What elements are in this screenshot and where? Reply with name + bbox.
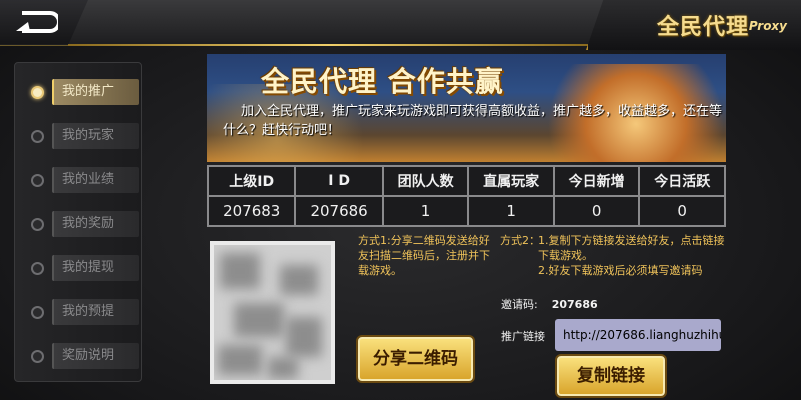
- radio-dot-icon: [31, 305, 44, 319]
- table-row: 207683 207686 1 1 0 0: [206, 195, 726, 227]
- qr-code-image: [210, 241, 335, 384]
- title-tab: 全民代理 Proxy: [586, 0, 801, 50]
- method2-line: 1.复制下方链接发送给好友，点击链接下载游戏。: [538, 234, 725, 262]
- method2-body: 1.复制下方链接发送给好友，点击链接下载游戏。 2.好友下载游戏后必须填写邀请码: [538, 233, 728, 278]
- share-qr-button[interactable]: 分享二维码: [358, 337, 473, 381]
- sidebar-item-withdraw[interactable]: 我的提现: [31, 255, 139, 281]
- parent-id-value: 207683: [206, 195, 297, 227]
- radio-dot-icon: [31, 129, 44, 143]
- back-button[interactable]: [0, 0, 88, 44]
- sidebar-item-label: 奖励说明: [52, 343, 139, 369]
- radio-dot-icon: [31, 217, 44, 231]
- sidebar-item-performance[interactable]: 我的业绩: [31, 167, 139, 193]
- sidebar-item-label: 我的玩家: [52, 123, 139, 149]
- sidebar-item-label: 我的预提: [52, 299, 139, 325]
- top-bar: 全民代理 Proxy: [0, 0, 801, 50]
- copy-link-button[interactable]: 复制链接: [557, 356, 665, 396]
- promo-link-label: 推广链接: [501, 330, 545, 343]
- sidebar-item-prewithdraw[interactable]: 我的预提: [31, 299, 139, 325]
- direct-players-value: 1: [467, 195, 555, 227]
- header-direct-players: 直属玩家: [467, 165, 555, 197]
- page-subtitle: Proxy: [748, 19, 787, 33]
- id-value: 207686: [294, 195, 384, 227]
- invite-code-value: 207686: [551, 298, 598, 311]
- header-today-new: 今日新增: [552, 165, 641, 197]
- stats-table: 上级ID I D 团队人数 直属玩家 今日新增 今日活跃 207683 2076…: [206, 165, 726, 227]
- top-gold-line: [68, 44, 588, 46]
- radio-dot-icon: [31, 261, 44, 275]
- radio-dot-icon: [31, 173, 44, 187]
- sidebar: 我的推广 我的玩家 我的业绩 我的奖励 我的提现 我的预提 奖励说明: [14, 62, 142, 382]
- table-header-row: 上级ID I D 团队人数 直属玩家 今日新增 今日活跃: [206, 165, 726, 197]
- method2-label: 方式2：: [500, 234, 540, 247]
- header-parent-id: 上级ID: [206, 165, 297, 197]
- banner-title: 全民代理 合作共赢: [261, 65, 504, 98]
- promo-banner: 全民代理 合作共赢 加入全民代理，推广玩家来玩游戏即可获得高额收益，推广越多，收…: [207, 54, 726, 162]
- sidebar-item-players[interactable]: 我的玩家: [31, 123, 139, 149]
- sidebar-item-rewards[interactable]: 我的奖励: [31, 211, 139, 237]
- share-method1-text: 方式1:分享二维码发送给好友扫描二维码后，注册并下载游戏。: [358, 234, 490, 277]
- sidebar-item-label: 我的业绩: [52, 167, 139, 193]
- team-size-value: 1: [381, 195, 470, 227]
- header-today-active: 今日活跃: [638, 165, 726, 197]
- radio-dot-icon: [31, 85, 44, 99]
- sidebar-item-reward-info[interactable]: 奖励说明: [31, 343, 139, 369]
- invite-code-row: 邀请码: 207686: [501, 296, 598, 312]
- proxy-screen: 全民代理 Proxy 我的推广 我的玩家 我的业绩 我的奖励 我的提现 我的预提: [0, 0, 801, 400]
- sidebar-item-label: 我的奖励: [52, 211, 139, 237]
- promo-link-field[interactable]: http://207686.lianghuzhihu: [555, 319, 721, 351]
- today-active-value: 0: [638, 195, 726, 227]
- method2-line: 2.好友下载游戏后必须填写邀请码: [538, 264, 703, 277]
- invite-code-label: 邀请码:: [501, 298, 538, 311]
- page-title: 全民代理: [656, 15, 749, 40]
- sidebar-item-promotion[interactable]: 我的推广: [31, 79, 139, 105]
- back-arrow-icon: [16, 11, 58, 33]
- radio-dot-icon: [31, 349, 44, 363]
- header-team-size: 团队人数: [381, 165, 470, 197]
- banner-text: 加入全民代理，推广玩家来玩游戏即可获得高额收益，推广越多，收益越多，还在等什么？…: [223, 104, 723, 138]
- header-id: I D: [294, 165, 384, 197]
- sidebar-item-label: 我的提现: [52, 255, 139, 281]
- sidebar-item-label: 我的推广: [52, 79, 139, 105]
- today-new-value: 0: [552, 195, 641, 227]
